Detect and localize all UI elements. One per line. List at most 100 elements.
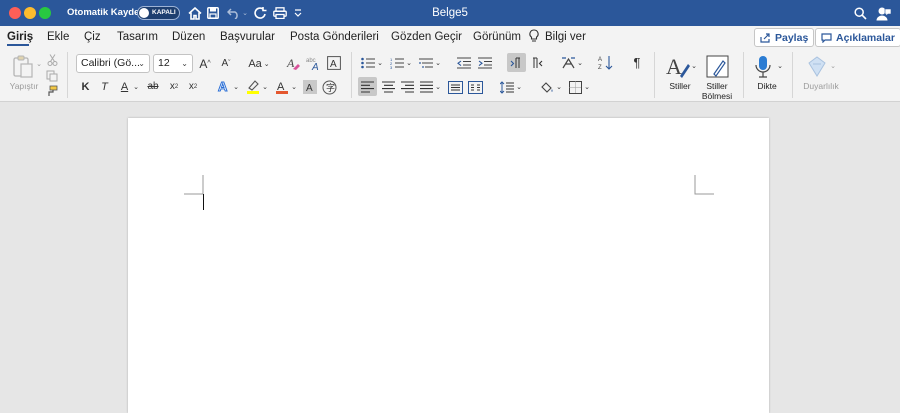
change-case-button[interactable]: Aa ⌄ xyxy=(246,55,272,72)
line-spacing-icon[interactable] xyxy=(499,79,515,95)
bullets-dropdown-icon[interactable]: ⌄ xyxy=(376,55,384,71)
svg-text:A: A xyxy=(311,62,319,71)
borders-icon[interactable] xyxy=(567,79,583,95)
paste-icon[interactable] xyxy=(9,53,37,79)
bullets-icon[interactable] xyxy=(360,55,376,71)
show-formatting-marks-icon[interactable]: ¶ xyxy=(629,54,645,71)
styles-gallery-icon[interactable]: A xyxy=(665,53,691,81)
highlight-icon[interactable] xyxy=(245,78,261,95)
multilevel-list-icon[interactable] xyxy=(418,55,434,71)
character-border-icon[interactable]: A xyxy=(326,55,342,71)
styles-pane-label-line2: Bölmesi xyxy=(701,91,733,101)
strikethrough-button[interactable]: ab xyxy=(145,78,161,95)
text-effects-icon[interactable]: A xyxy=(216,78,232,95)
share-label: Paylaş xyxy=(775,31,809,44)
highlight-dropdown-icon[interactable]: ⌄ xyxy=(261,78,269,95)
ribbon-separator xyxy=(743,52,744,98)
account-icon[interactable] xyxy=(875,4,893,22)
sort-icon[interactable]: AZ xyxy=(597,54,614,71)
dictate-dropdown-icon[interactable]: ⌄ xyxy=(776,60,784,72)
styles-pane-label: Stiller Bölmesi xyxy=(697,81,737,101)
document-page[interactable] xyxy=(128,118,769,413)
document-title: Belge5 xyxy=(432,7,468,19)
tab-view[interactable]: Görünüm xyxy=(473,31,521,43)
tell-me-search[interactable]: Bilgi ver xyxy=(545,31,586,43)
ribbon: ⌄ Yapıştır Calibri (Gö... ⌄ 12 ⌄ A ^ Aˇ Aa ⌄… xyxy=(0,50,900,102)
enclose-characters-icon[interactable]: 字 xyxy=(321,79,337,95)
comment-icon xyxy=(821,32,832,43)
superscript-button[interactable]: x2 xyxy=(186,78,200,95)
italic-button[interactable]: T xyxy=(98,78,111,95)
shrink-font-button[interactable]: Aˇ xyxy=(218,55,234,72)
decrease-indent-icon[interactable] xyxy=(456,55,472,71)
underline-dropdown-icon[interactable]: ⌄ xyxy=(132,78,140,95)
tab-draw[interactable]: Çiz xyxy=(84,31,101,43)
font-color-dropdown-icon[interactable]: ⌄ xyxy=(290,78,298,95)
svg-text:A: A xyxy=(666,54,682,79)
justify-dropdown-icon[interactable]: ⌄ xyxy=(434,79,442,95)
bold-button[interactable]: K xyxy=(79,78,92,95)
tab-mailings[interactable]: Posta Gönderileri xyxy=(290,31,379,43)
align-center-icon[interactable] xyxy=(380,79,396,95)
sensitivity-dropdown-icon[interactable]: ⌄ xyxy=(829,60,837,72)
numbering-dropdown-icon[interactable]: ⌄ xyxy=(405,55,413,71)
top-right-margin-mark xyxy=(694,175,714,195)
asian-layout-dropdown-icon[interactable]: ⌄ xyxy=(576,55,584,71)
rtl-text-icon[interactable] xyxy=(528,55,544,71)
lightbulb-icon[interactable] xyxy=(529,29,539,46)
format-painter-icon[interactable] xyxy=(45,84,59,98)
paste-dropdown-icon[interactable]: ⌄ xyxy=(35,60,43,68)
subscript-button[interactable]: x2 xyxy=(167,78,181,95)
shading-icon[interactable] xyxy=(539,79,555,95)
ribbon-separator xyxy=(792,52,793,98)
svg-text:A: A xyxy=(306,83,313,94)
text-effects-dropdown-icon[interactable]: ⌄ xyxy=(232,78,240,95)
cut-icon[interactable] xyxy=(45,53,59,67)
asian-layout-icon[interactable] xyxy=(560,54,576,71)
multilevel-dropdown-icon[interactable]: ⌄ xyxy=(434,55,442,71)
sensitivity-icon[interactable] xyxy=(806,53,828,79)
microphone-icon[interactable] xyxy=(752,53,774,81)
ribbon-separator xyxy=(654,52,655,98)
text-cursor xyxy=(203,194,204,210)
grow-font-button[interactable]: A ^ xyxy=(197,55,213,72)
top-left-margin-mark xyxy=(184,175,204,195)
chevron-down-icon: ⌄ xyxy=(138,59,145,68)
numbering-icon[interactable]: 123 xyxy=(389,55,405,71)
align-right-icon[interactable] xyxy=(399,79,415,95)
share-button[interactable]: Paylaş xyxy=(754,28,815,47)
change-case-glyph: Aa xyxy=(248,57,262,70)
column-width-icon[interactable] xyxy=(467,79,484,95)
line-spacing-dropdown-icon[interactable]: ⌄ xyxy=(515,79,523,95)
shading-dropdown-icon[interactable]: ⌄ xyxy=(555,79,563,95)
svg-text:A: A xyxy=(286,56,295,70)
comments-label: Açıklamalar xyxy=(836,31,895,44)
tab-layout[interactable]: Düzen xyxy=(172,31,205,43)
svg-text:A: A xyxy=(218,79,228,94)
borders-dropdown-icon[interactable]: ⌄ xyxy=(583,79,591,95)
tab-design[interactable]: Tasarım xyxy=(117,31,158,43)
sensitivity-label: Duyarlılık xyxy=(803,81,839,91)
increase-indent-icon[interactable] xyxy=(477,55,493,71)
copy-icon[interactable] xyxy=(45,69,59,83)
justify-icon[interactable] xyxy=(418,79,434,95)
tab-home[interactable]: Giriş xyxy=(7,31,33,43)
clear-formatting-icon[interactable]: A xyxy=(285,54,302,72)
styles-dropdown-icon[interactable]: ⌄ xyxy=(690,60,698,72)
tab-references[interactable]: Başvurular xyxy=(220,31,275,43)
font-name-dropdown[interactable]: Calibri (Gö... ⌄ xyxy=(76,54,150,73)
character-shading-icon[interactable]: A xyxy=(302,79,317,94)
phonetic-guide-icon[interactable]: abc A xyxy=(305,54,323,72)
search-icon[interactable] xyxy=(852,4,868,22)
tab-review[interactable]: Gözden Geçir xyxy=(391,31,462,43)
align-left-icon[interactable] xyxy=(358,77,377,96)
underline-button[interactable]: A xyxy=(117,78,132,95)
tab-insert[interactable]: Ekle xyxy=(47,31,69,43)
styles-pane-label-line1: Stiller xyxy=(706,81,728,91)
font-size-dropdown[interactable]: 12 ⌄ xyxy=(153,54,193,73)
ltr-text-icon[interactable] xyxy=(507,53,526,72)
comments-button[interactable]: Açıklamalar xyxy=(815,28,900,47)
styles-pane-icon[interactable] xyxy=(705,53,729,81)
font-color-icon[interactable]: A xyxy=(274,78,290,95)
distributed-icon[interactable] xyxy=(447,79,464,95)
